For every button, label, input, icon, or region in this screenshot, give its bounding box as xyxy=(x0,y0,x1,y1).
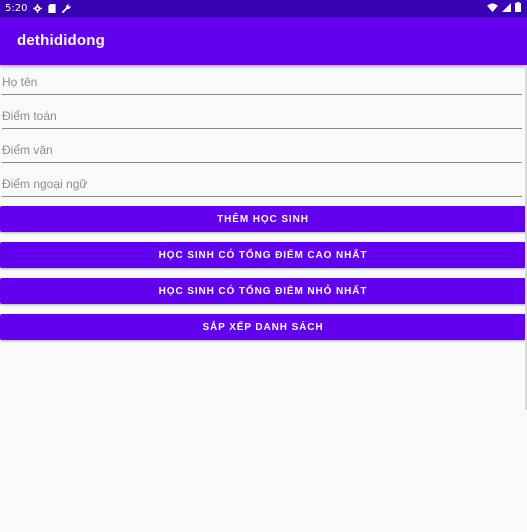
wifi-icon xyxy=(487,2,498,12)
language-score-field xyxy=(2,166,522,197)
status-bar-left: 5:20 xyxy=(5,2,72,15)
highest-total-button[interactable]: HỌC SINH CÓ TỔNG ĐIỂM CAO NHẤT xyxy=(0,242,526,268)
app-screen: 5:20 dethididong Họ tên Điểm toán Điểm v… xyxy=(0,0,527,532)
math-score-input[interactable] xyxy=(2,98,522,128)
lowest-total-button[interactable]: HỌC SINH CÓ TỔNG ĐIỂM NHỎ NHẤT xyxy=(0,278,526,304)
add-student-button[interactable]: THÊM HỌC SINH xyxy=(0,206,526,232)
name-input[interactable] xyxy=(2,64,522,94)
sim-card-icon xyxy=(48,4,57,13)
signal-icon xyxy=(502,2,511,12)
app-title: dethididong xyxy=(17,32,106,49)
name-field xyxy=(2,64,522,95)
literature-score-input[interactable] xyxy=(2,132,522,162)
settings-gear-icon xyxy=(33,4,43,13)
math-score-field xyxy=(2,98,522,129)
literature-score-field xyxy=(2,132,522,163)
sort-list-button[interactable]: SẮP XẾP DANH SÁCH xyxy=(0,314,526,340)
status-time: 5:20 xyxy=(5,3,28,14)
app-bar: dethididong xyxy=(0,17,527,65)
wrench-icon xyxy=(62,4,72,13)
language-score-input[interactable] xyxy=(2,166,522,196)
status-bar: 5:20 xyxy=(0,0,527,17)
battery-icon xyxy=(515,2,521,12)
status-bar-right xyxy=(487,2,521,12)
